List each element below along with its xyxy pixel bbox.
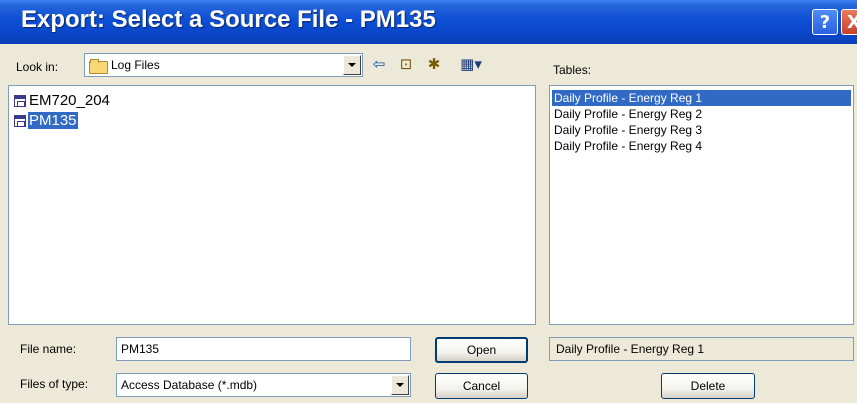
- table-item[interactable]: Daily Profile - Energy Reg 4: [552, 138, 851, 154]
- up-folder-icon[interactable]: ⊡: [396, 54, 416, 74]
- tables-list[interactable]: Daily Profile - Energy Reg 1 Daily Profi…: [549, 85, 854, 325]
- folder-icon: [89, 58, 108, 74]
- selected-table-field: Daily Profile - Energy Reg 1: [549, 337, 854, 361]
- file-item-pm135[interactable]: PM135: [14, 112, 78, 129]
- file-item-label: EM720_204: [29, 92, 110, 109]
- database-file-icon: [14, 114, 26, 127]
- file-list[interactable]: EM720_204 PM135: [8, 85, 536, 325]
- new-folder-icon[interactable]: ✱: [423, 54, 445, 74]
- file-item-label: PM135: [28, 112, 78, 129]
- file-name-label: File name:: [20, 342, 77, 356]
- table-item[interactable]: Daily Profile - Energy Reg 3: [552, 122, 851, 138]
- file-type-label: Files of type:: [20, 377, 89, 391]
- table-item[interactable]: Daily Profile - Energy Reg 1: [552, 90, 851, 106]
- cancel-button[interactable]: Cancel: [435, 373, 528, 399]
- close-button[interactable]: X: [841, 9, 857, 35]
- delete-button[interactable]: Delete: [661, 373, 755, 399]
- table-item[interactable]: Daily Profile - Energy Reg 2: [552, 106, 851, 122]
- open-button[interactable]: Open: [435, 337, 528, 363]
- chevron-down-icon[interactable]: [343, 55, 361, 75]
- chevron-down-icon[interactable]: [391, 375, 409, 395]
- look-in-label: Look in:: [16, 60, 59, 74]
- tables-label: Tables:: [553, 63, 592, 77]
- back-arrow-icon[interactable]: ⇦: [370, 54, 388, 74]
- look-in-combo[interactable]: Log Files: [84, 53, 363, 77]
- view-menu-icon[interactable]: ▦▾: [454, 54, 488, 74]
- file-name-input[interactable]: PM135: [116, 337, 411, 361]
- file-item-em720-204[interactable]: EM720_204: [14, 92, 111, 109]
- title-bar: Export: Select a Source File - PM135 ? X: [0, 0, 857, 44]
- file-type-value: Access Database (*.mdb): [121, 378, 258, 392]
- window-title: Export: Select a Source File - PM135: [21, 6, 436, 33]
- look-in-value: Log Files: [111, 58, 160, 72]
- help-button[interactable]: ?: [812, 9, 838, 35]
- database-file-icon: [14, 94, 26, 107]
- file-type-combo[interactable]: Access Database (*.mdb): [116, 373, 411, 397]
